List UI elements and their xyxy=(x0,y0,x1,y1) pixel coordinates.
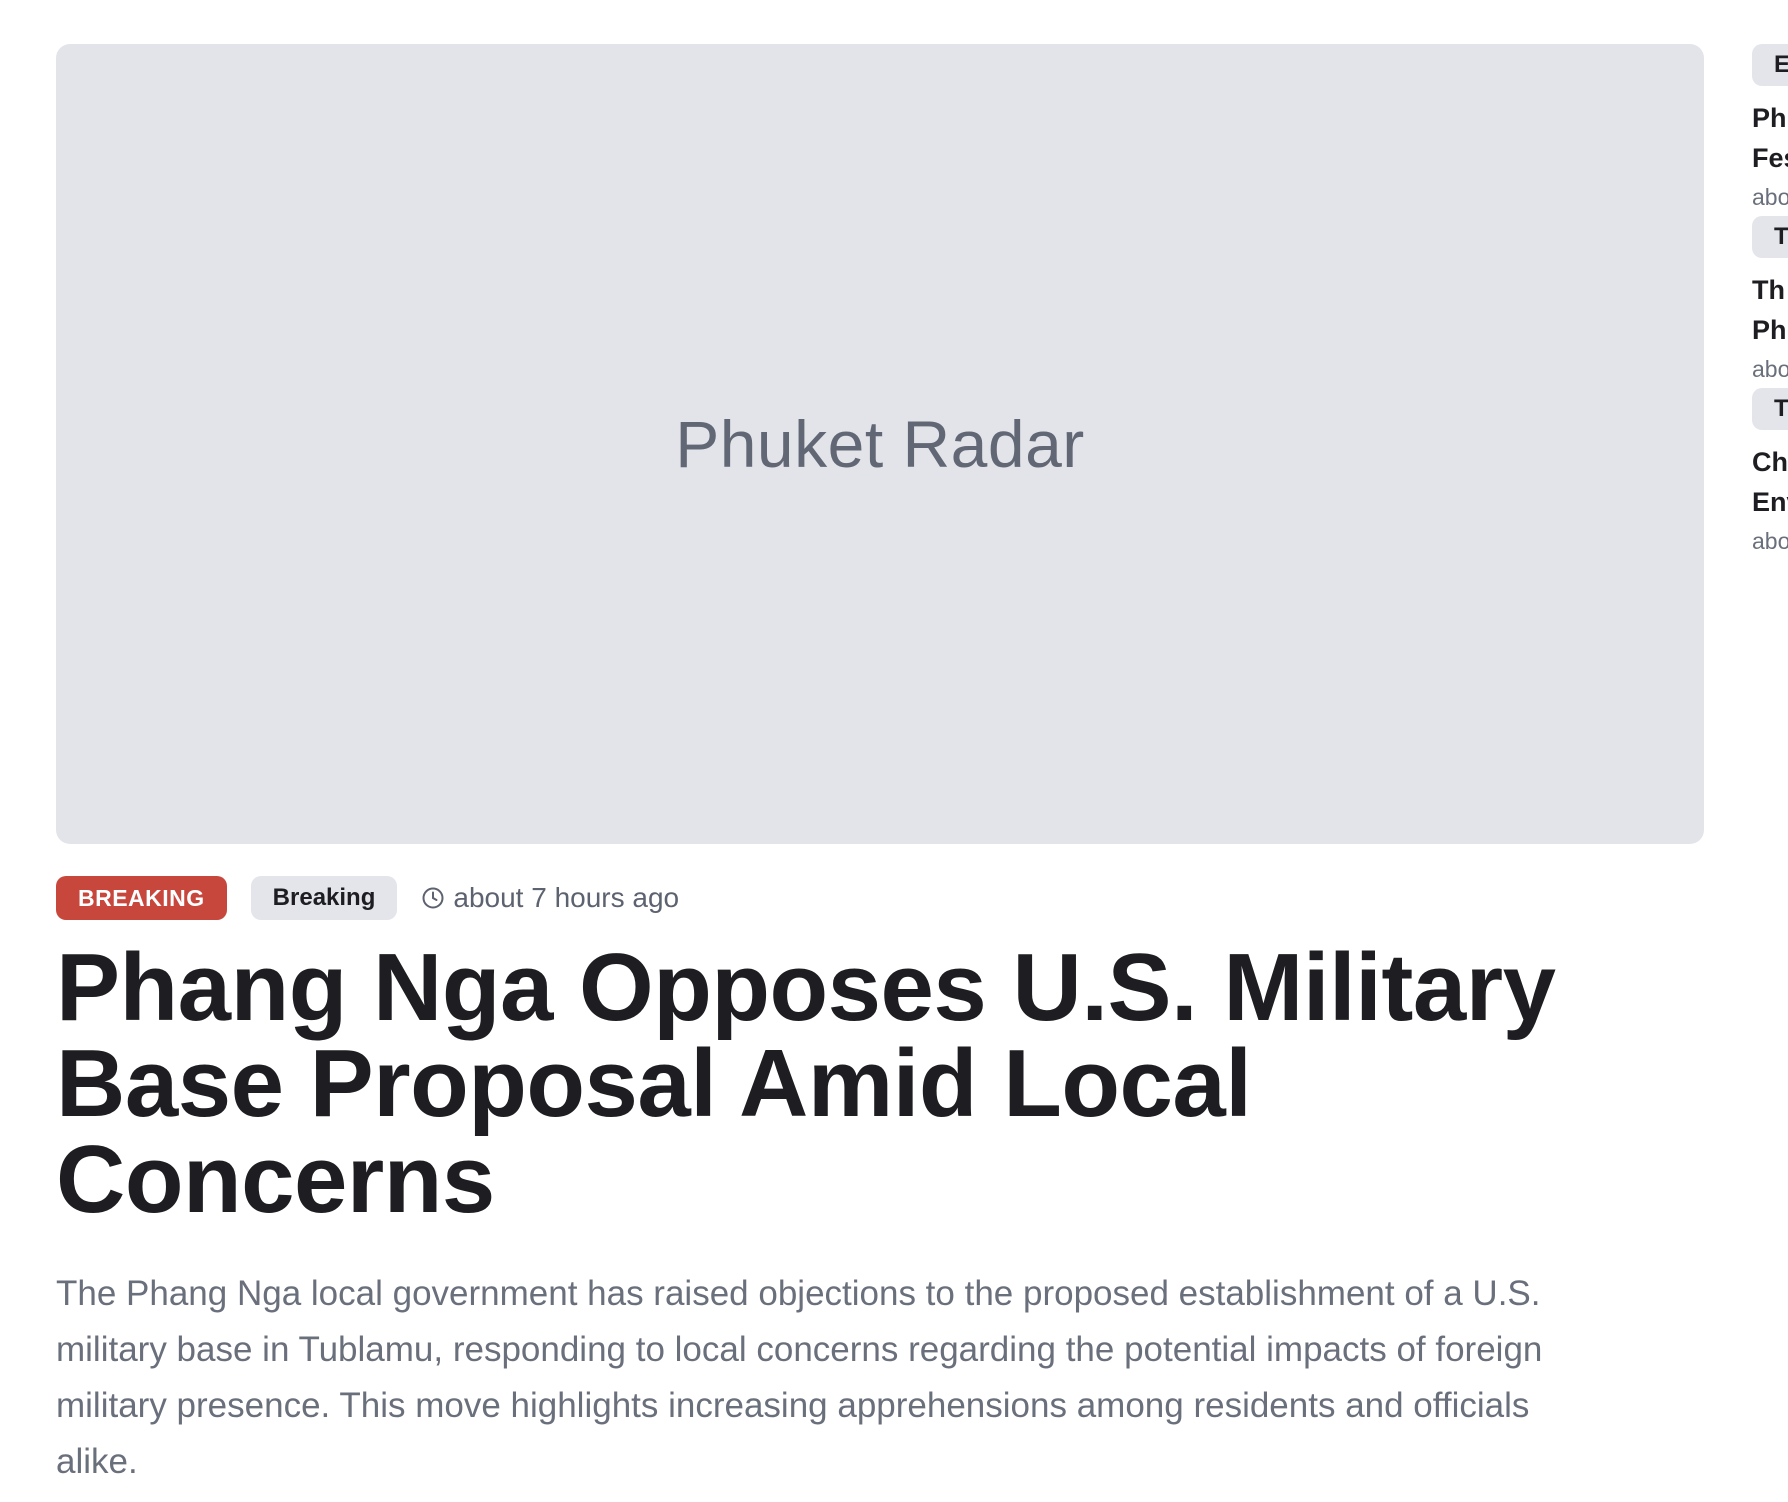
sidebar-story-badge: T xyxy=(1752,388,1788,430)
sidebar-story-time: abo xyxy=(1752,184,1788,210)
sidebar-story-item[interactable]: T Th Ph abo xyxy=(1752,216,1788,388)
category-badge[interactable]: Breaking xyxy=(250,876,398,920)
sidebar-story-title-line: Ch xyxy=(1752,447,1788,477)
article-page: Phuket Radar BREAKING Breaking about 7 h… xyxy=(0,0,1788,1502)
article-timestamp: about 7 hours ago xyxy=(421,882,679,914)
sidebar-story-badge: T xyxy=(1752,216,1788,258)
sidebar-story-title-line: Env xyxy=(1752,487,1788,517)
sidebar-story-item[interactable]: T Ch Env abo xyxy=(1752,388,1788,560)
sidebar-story-time: abo xyxy=(1752,356,1788,382)
sidebar-story-title: Ph Fes xyxy=(1752,98,1788,178)
hero-placeholder-text: Phuket Radar xyxy=(675,407,1085,481)
clock-icon xyxy=(422,887,444,909)
sidebar-story-title: Th Ph xyxy=(1752,270,1788,350)
sidebar-story-title: Ch Env xyxy=(1752,442,1788,522)
article-hero-image[interactable]: Phuket Radar xyxy=(56,44,1704,844)
sidebar-story-item[interactable]: E Ph Fes abo xyxy=(1752,44,1788,216)
article-headline: Phang Nga Opposes U.S. Military Base Pro… xyxy=(56,934,1556,1233)
sidebar-story-title-line: Ph xyxy=(1752,315,1787,345)
article-meta-row: BREAKING Breaking about 7 hours ago xyxy=(56,876,679,920)
sidebar-story-title-line: Th xyxy=(1752,275,1785,305)
related-stories-sidebar: E Ph Fes abo T Th Ph abo T Ch Env abo xyxy=(1752,44,1788,560)
sidebar-story-time: abo xyxy=(1752,528,1788,554)
breaking-badge: BREAKING xyxy=(56,876,227,920)
time-ago-text: about 7 hours ago xyxy=(453,882,680,913)
sidebar-story-title-line: Fes xyxy=(1752,143,1788,173)
sidebar-story-badge: E xyxy=(1752,44,1788,86)
sidebar-story-title-line: Ph xyxy=(1752,103,1787,133)
article-summary: The Phang Nga local government has raise… xyxy=(56,1274,1543,1481)
